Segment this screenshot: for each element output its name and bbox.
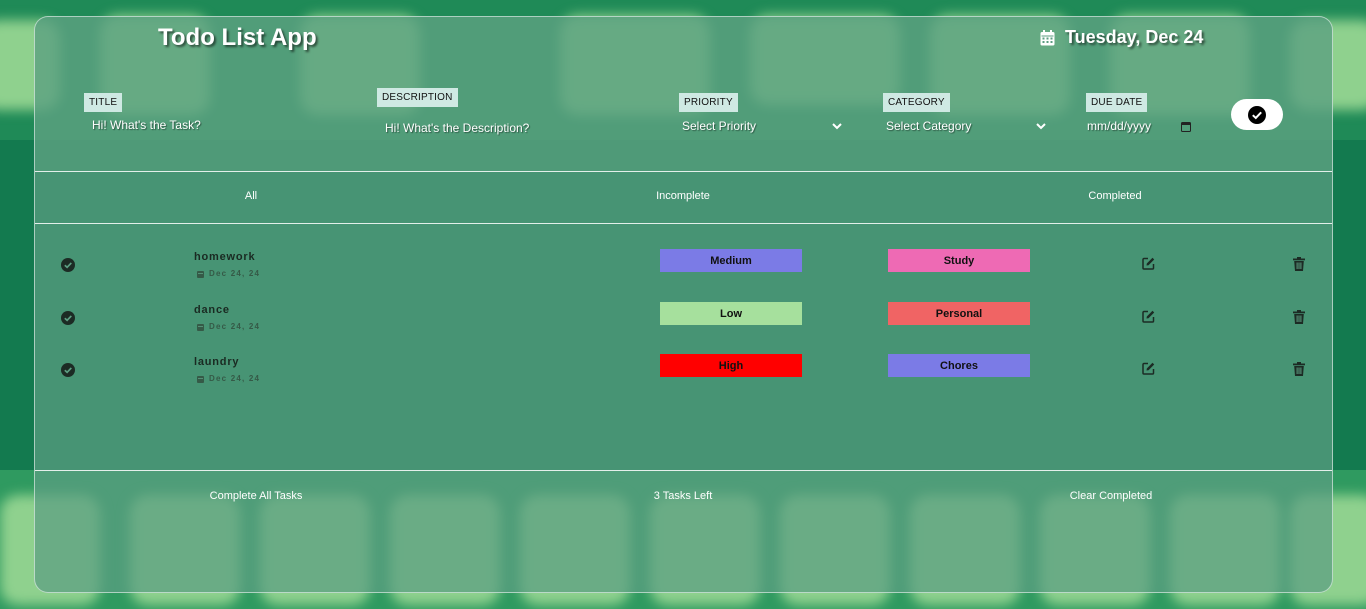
filter-completed[interactable]: Completed <box>1088 190 1141 202</box>
filter-incomplete[interactable]: Incomplete <box>656 190 710 202</box>
filter-all[interactable]: All <box>245 190 257 202</box>
title-input[interactable]: Hi! What's the Task? <box>92 118 201 132</box>
tasks-left-count: 3 Tasks Left <box>653 490 713 502</box>
category-badge: Personal <box>888 302 1030 325</box>
complete-task-icon[interactable] <box>61 363 75 377</box>
clear-completed-button[interactable]: Clear Completed <box>1070 490 1153 502</box>
priority-badge: Low <box>660 302 802 325</box>
description-label: DESCRIPTION <box>377 88 458 107</box>
chevron-down-icon <box>1036 122 1046 129</box>
task-row: laundry Dec 24, 24 High Chores <box>35 354 1332 398</box>
due-date-label: DUE DATE <box>1086 93 1148 112</box>
calendar-icon <box>197 323 204 331</box>
category-label: CATEGORY <box>883 93 950 112</box>
trash-icon[interactable] <box>1293 257 1305 271</box>
task-row: homework Dec 24, 24 Medium Study <box>35 249 1332 293</box>
check-circle-icon <box>1248 105 1266 124</box>
chevron-down-icon <box>832 122 842 129</box>
category-badge: Study <box>888 249 1030 272</box>
task-row: dance Dec 24, 24 Low Personal <box>35 302 1332 346</box>
task-due-date: Dec 24, 24 <box>197 374 260 383</box>
complete-task-icon[interactable] <box>61 258 75 272</box>
trash-icon[interactable] <box>1293 362 1305 376</box>
task-title: laundry <box>194 356 240 368</box>
trash-icon[interactable] <box>1293 310 1305 324</box>
current-date: Tuesday, Dec 24 <box>1040 27 1203 48</box>
calendar-icon <box>197 270 204 278</box>
date-text: Tuesday, Dec 24 <box>1065 27 1204 47</box>
task-date-text: Dec 24, 24 <box>209 322 261 331</box>
calendar-icon <box>197 375 204 383</box>
app-title: Todo List App <box>158 24 317 51</box>
task-due-date: Dec 24, 24 <box>197 322 260 331</box>
edit-icon[interactable] <box>1142 257 1155 270</box>
priority-select-value: Select Priority <box>682 119 757 133</box>
priority-label: PRIORITY <box>679 93 738 112</box>
due-date-input[interactable]: mm/dd/yyyy <box>1087 119 1191 133</box>
task-date-text: Dec 24, 24 <box>209 269 261 278</box>
category-select[interactable]: Select Category <box>886 119 1046 133</box>
calendar-icon <box>1040 29 1055 45</box>
task-title: homework <box>194 251 256 263</box>
category-select-value: Select Category <box>886 119 972 133</box>
due-date-placeholder: mm/dd/yyyy <box>1087 119 1152 133</box>
edit-icon[interactable] <box>1142 310 1155 323</box>
task-due-date: Dec 24, 24 <box>197 269 260 278</box>
priority-select[interactable]: Select Priority <box>682 119 842 133</box>
priority-badge: High <box>660 354 802 377</box>
divider <box>35 171 1332 172</box>
complete-all-button[interactable]: Complete All Tasks <box>210 490 303 502</box>
complete-task-icon[interactable] <box>61 311 75 325</box>
category-badge: Chores <box>888 354 1030 377</box>
title-label: TITLE <box>84 93 123 112</box>
task-date-text: Dec 24, 24 <box>209 374 261 383</box>
priority-badge: Medium <box>660 249 802 272</box>
add-task-button[interactable] <box>1231 99 1283 130</box>
task-title: dance <box>194 304 230 316</box>
divider <box>35 470 1332 471</box>
divider <box>35 223 1332 224</box>
description-input[interactable]: Hi! What's the Description? <box>385 121 529 135</box>
edit-icon[interactable] <box>1142 362 1155 375</box>
calendar-picker-icon[interactable] <box>1181 121 1191 132</box>
app-container: Todo List App Tuesday, Dec 24 TITLE Hi! … <box>34 16 1333 593</box>
